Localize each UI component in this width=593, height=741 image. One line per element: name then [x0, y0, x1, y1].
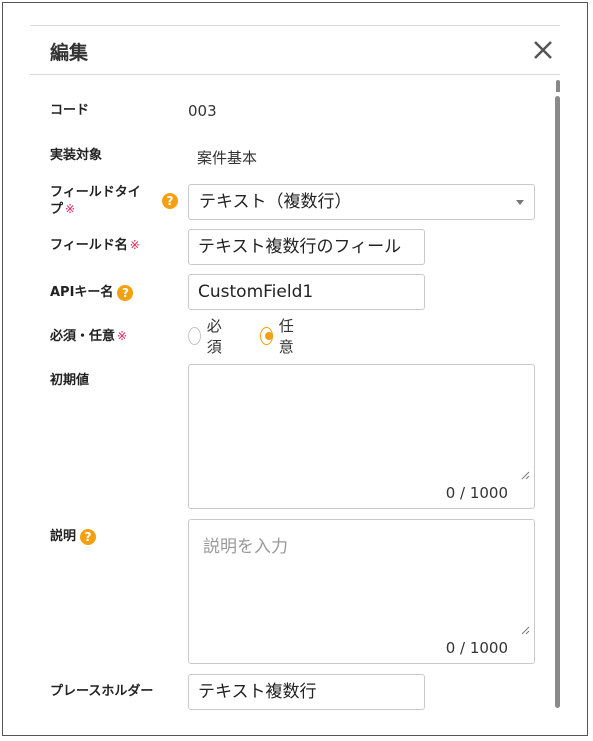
placeholder-label: プレースホルダー	[50, 684, 154, 699]
field-type-selected: テキスト（複数行）	[199, 192, 352, 212]
initial-counter: 0 / 1000	[445, 484, 508, 502]
api-key-label-text: APIキー名	[50, 285, 114, 300]
help-icon[interactable]: ?	[117, 284, 134, 301]
scrollbar-thumb[interactable]	[555, 96, 560, 708]
code-value: 003	[188, 102, 217, 120]
radio-required[interactable]: 必須	[188, 317, 227, 356]
scrollbar-cap	[556, 80, 560, 92]
radio-circle-checked	[260, 327, 273, 345]
description-label-text: 説明	[50, 529, 77, 544]
field-name-label-text: フィールド名	[50, 238, 128, 253]
dialog-title: 編集	[50, 42, 89, 64]
target-label: 実装対象	[50, 148, 103, 163]
code-label: コード	[50, 103, 90, 118]
required-mark: ※	[117, 329, 128, 343]
description-label: 説明?	[50, 528, 97, 545]
scrollbar[interactable]	[554, 80, 561, 710]
radio-circle	[188, 327, 201, 345]
field-type-label: フィールドタイプ ※	[50, 184, 150, 218]
field-name-label: フィールド名 ※	[50, 237, 140, 254]
radio-optional-label: 任意	[278, 317, 294, 356]
field-type-select[interactable]: テキスト（複数行）	[188, 184, 535, 220]
description-placeholder: 説明を入力	[203, 537, 288, 557]
help-icon[interactable]: ?	[162, 193, 178, 209]
target-value: 案件基本	[197, 149, 258, 167]
description-counter: 0 / 1000	[445, 639, 508, 657]
chevron-down-icon	[516, 200, 524, 205]
required-label: 必須・任意 ※	[50, 328, 127, 345]
api-key-label: APIキー名?	[50, 284, 134, 301]
close-button[interactable]	[530, 34, 556, 64]
resize-handle-icon[interactable]	[521, 471, 530, 480]
radio-optional[interactable]: 任意	[260, 317, 299, 356]
dialog-header: 編集	[30, 25, 560, 75]
field-type-label-text: フィールドタイプ	[50, 185, 141, 217]
close-icon	[534, 41, 552, 59]
field-name-input[interactable]: テキスト複数行のフィール	[188, 229, 425, 265]
initial-textarea[interactable]: 0 / 1000	[188, 364, 535, 509]
initial-label: 初期値	[50, 373, 90, 388]
description-textarea[interactable]: 説明を入力 0 / 1000	[188, 519, 535, 664]
required-label-text: 必須・任意	[50, 329, 116, 344]
api-key-input[interactable]: CustomField1	[188, 274, 425, 310]
required-mark: ※	[129, 238, 140, 252]
placeholder-input[interactable]: テキスト複数行	[188, 674, 425, 710]
help-icon[interactable]: ?	[80, 528, 97, 545]
required-mark: ※	[65, 202, 76, 216]
radio-required-label: 必須	[206, 317, 222, 356]
resize-handle-icon[interactable]	[521, 626, 530, 635]
